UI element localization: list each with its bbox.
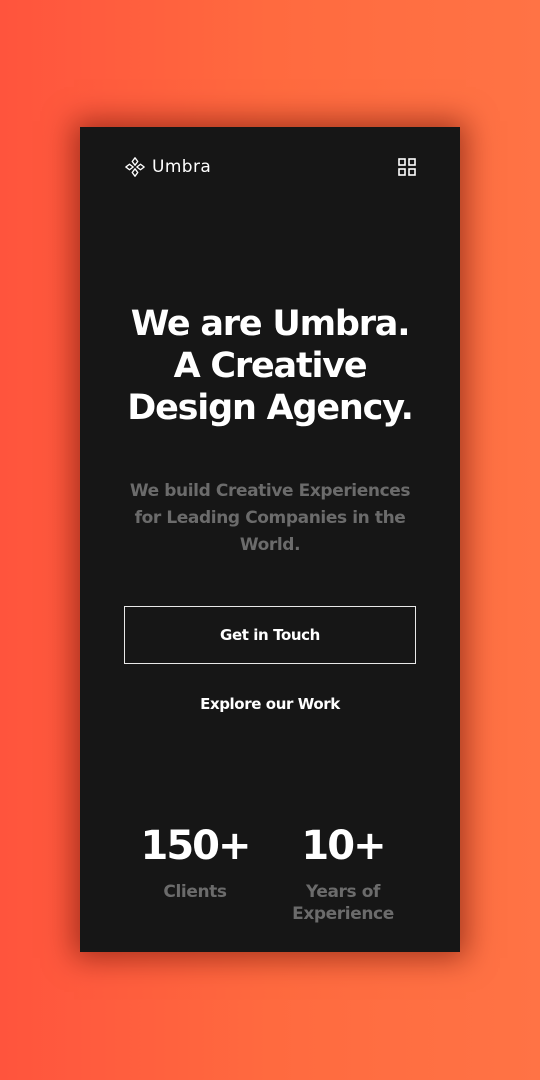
brand[interactable]: Umbra bbox=[124, 156, 211, 178]
grid-menu-icon[interactable] bbox=[398, 158, 416, 176]
stat-years: 10+ Years of Experience bbox=[283, 822, 403, 925]
stat-value: 150+ bbox=[140, 823, 251, 869]
get-in-touch-button[interactable]: Get in Touch bbox=[124, 606, 416, 664]
stat-label: Years of Experience bbox=[292, 882, 394, 924]
top-navbar: Umbra bbox=[124, 155, 416, 179]
hero-title-line-3: Design Agency. bbox=[127, 388, 414, 428]
hero-subtitle: We build Creative Experiences for Leadin… bbox=[129, 481, 411, 555]
hero-title-line-1: We are Umbra. bbox=[130, 304, 411, 344]
brand-name: Umbra bbox=[152, 157, 212, 177]
geometric-flower-logo-icon bbox=[125, 157, 145, 177]
explore-work-link[interactable]: Explore our Work bbox=[80, 695, 460, 713]
stat-clients: 150+ Clients bbox=[140, 822, 251, 903]
hero-title-line-2: A Creative bbox=[173, 346, 368, 386]
stat-value: 10+ bbox=[301, 823, 386, 869]
mobile-screen: Umbra We are Umbra. A Creative Design Ag… bbox=[80, 127, 460, 952]
hero-title: We are Umbra. A Creative Design Agency. bbox=[80, 303, 460, 429]
stat-label: Clients bbox=[163, 882, 227, 902]
